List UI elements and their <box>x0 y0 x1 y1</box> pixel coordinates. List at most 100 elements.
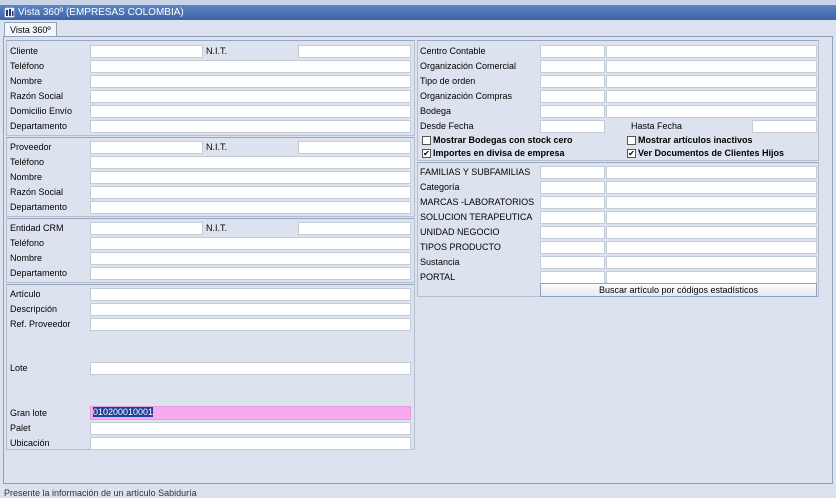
org-compras-code-input[interactable] <box>540 90 605 103</box>
gran-lote-input[interactable]: 010200010001 <box>90 406 411 420</box>
org-comercial-label: Organización Comercial <box>420 61 517 71</box>
crm-nombre-input[interactable] <box>90 252 411 265</box>
cliente-telefono-input[interactable] <box>90 60 411 73</box>
org-compras-desc-input[interactable] <box>606 90 817 103</box>
cliente-nombre-label: Nombre <box>10 76 43 86</box>
portal-label: PORTAL <box>420 272 456 282</box>
familias-label: FAMILIAS Y SUBFAMILIAS <box>420 167 531 177</box>
cliente-domicilio-label: Domicilio Envío <box>10 106 73 116</box>
tipos-producto-label: TIPOS PRODUCTO <box>420 242 501 252</box>
lote-input[interactable] <box>90 362 411 375</box>
centro-contable-label: Centro Contable <box>420 46 486 56</box>
hasta-fecha-label: Hasta Fecha <box>631 121 683 131</box>
ubicacion-input[interactable] <box>90 437 411 450</box>
clientes-hijos-checkbox[interactable]: ✔ <box>627 149 636 158</box>
cliente-telefono-label: Teléfono <box>10 61 45 71</box>
solucion-desc-input[interactable] <box>606 211 817 224</box>
proveedor-departamento-input[interactable] <box>90 201 411 214</box>
buscar-estadisticos-button[interactable]: Buscar artículo por códigos estadísticos <box>540 283 817 297</box>
familias-code-input[interactable] <box>540 166 605 179</box>
cliente-departamento-input[interactable] <box>90 120 411 133</box>
crm-nit-input[interactable] <box>298 222 411 235</box>
org-comercial-desc-input[interactable] <box>606 60 817 73</box>
crm-telefono-input[interactable] <box>90 237 411 250</box>
cliente-razon-label: Razón Social <box>10 91 64 101</box>
articulo-panel: Artículo Descripción Ref. Proveedor Lote… <box>6 284 415 450</box>
proveedor-razon-input[interactable] <box>90 186 411 199</box>
palet-label: Palet <box>10 423 31 433</box>
proveedor-telefono-input[interactable] <box>90 156 411 169</box>
categoria-desc-input[interactable] <box>606 181 817 194</box>
centro-contable-desc-input[interactable] <box>606 45 817 58</box>
hasta-fecha-input[interactable] <box>752 120 817 133</box>
gran-lote-selected-text: 010200010001 <box>93 407 154 417</box>
categoria-code-input[interactable] <box>540 181 605 194</box>
proveedor-departamento-label: Departamento <box>10 202 68 212</box>
articulo-input[interactable] <box>90 288 411 301</box>
stock-cero-label: Mostrar Bodegas con stock cero <box>433 135 573 145</box>
marcas-desc-input[interactable] <box>606 196 817 209</box>
crm-telefono-label: Teléfono <box>10 238 45 248</box>
tipo-orden-label: Tipo de orden <box>420 76 476 86</box>
articulos-inactivos-checkbox[interactable] <box>627 136 636 145</box>
proveedor-nombre-label: Nombre <box>10 172 43 182</box>
window-title: Vista 360º (EMPRESAS COLOMBIA) <box>18 7 184 18</box>
desde-fecha-label: Desde Fecha <box>420 121 474 131</box>
bodega-label: Bodega <box>420 106 452 116</box>
org-comercial-code-input[interactable] <box>540 60 605 73</box>
familias-desc-input[interactable] <box>606 166 817 179</box>
cliente-domicilio-input[interactable] <box>90 105 411 118</box>
cliente-nombre-input[interactable] <box>90 75 411 88</box>
ref-proveedor-label: Ref. Proveedor <box>10 319 71 329</box>
divisa-empresa-label: Importes en divisa de empresa <box>433 148 565 158</box>
ubicacion-label: Ubicación <box>10 438 50 448</box>
bodega-code-input[interactable] <box>540 105 605 118</box>
cliente-razon-input[interactable] <box>90 90 411 103</box>
estadisticos-panel: FAMILIAS Y SUBFAMILIAS Categoría MARCAS … <box>417 162 819 297</box>
articulos-inactivos-label: Mostrar artículos inactivos <box>638 135 753 145</box>
tipo-orden-desc-input[interactable] <box>606 75 817 88</box>
proveedor-input[interactable] <box>90 141 203 154</box>
tipos-producto-code-input[interactable] <box>540 241 605 254</box>
crm-entidad-label: Entidad CRM <box>10 223 64 233</box>
divisa-empresa-checkbox[interactable]: ✔ <box>422 149 431 158</box>
sustancia-desc-input[interactable] <box>606 256 817 269</box>
cliente-input[interactable] <box>90 45 203 58</box>
descripcion-input[interactable] <box>90 303 411 316</box>
proveedor-telefono-label: Teléfono <box>10 157 45 167</box>
gran-lote-label: Gran lote <box>10 408 48 418</box>
cliente-label: Cliente <box>10 46 39 56</box>
crm-entidad-input[interactable] <box>90 222 203 235</box>
sustancia-code-input[interactable] <box>540 256 605 269</box>
solucion-label: SOLUCION TERAPEUTICA <box>420 212 533 222</box>
cliente-nit-input[interactable] <box>298 45 411 58</box>
descripcion-label: Descripción <box>10 304 58 314</box>
solucion-code-input[interactable] <box>540 211 605 224</box>
ref-proveedor-input[interactable] <box>90 318 411 331</box>
desde-fecha-input[interactable] <box>540 120 605 133</box>
proveedor-nombre-input[interactable] <box>90 171 411 184</box>
cliente-panel: Cliente N.I.T. Teléfono Nombre Razón Soc… <box>6 40 415 136</box>
cliente-departamento-label: Departamento <box>10 121 68 131</box>
clientes-hijos-label: Ver Documentos de Clientes Hijos <box>638 148 785 158</box>
unidad-negocio-desc-input[interactable] <box>606 226 817 239</box>
tipos-producto-desc-input[interactable] <box>606 241 817 254</box>
proveedor-nit-input[interactable] <box>298 141 411 154</box>
crm-nombre-label: Nombre <box>10 253 43 263</box>
unidad-negocio-label: UNIDAD NEGOCIO <box>420 227 500 237</box>
crm-nit-label: N.I.T. <box>206 223 228 233</box>
marcas-code-input[interactable] <box>540 196 605 209</box>
unidad-negocio-code-input[interactable] <box>540 226 605 239</box>
marcas-label: MARCAS -LABORATORIOS <box>420 197 535 207</box>
centro-contable-code-input[interactable] <box>540 45 605 58</box>
proveedor-nit-label: N.I.T. <box>206 142 228 152</box>
crm-departamento-input[interactable] <box>90 267 411 280</box>
palet-input[interactable] <box>90 422 411 435</box>
tipo-orden-code-input[interactable] <box>540 75 605 88</box>
bodega-desc-input[interactable] <box>606 105 817 118</box>
stock-cero-checkbox[interactable] <box>422 136 431 145</box>
lote-label: Lote <box>10 363 28 373</box>
cliente-nit-label: N.I.T. <box>206 46 228 56</box>
proveedor-panel: Proveedor N.I.T. Teléfono Nombre Razón S… <box>6 137 415 217</box>
proveedor-razon-label: Razón Social <box>10 187 64 197</box>
